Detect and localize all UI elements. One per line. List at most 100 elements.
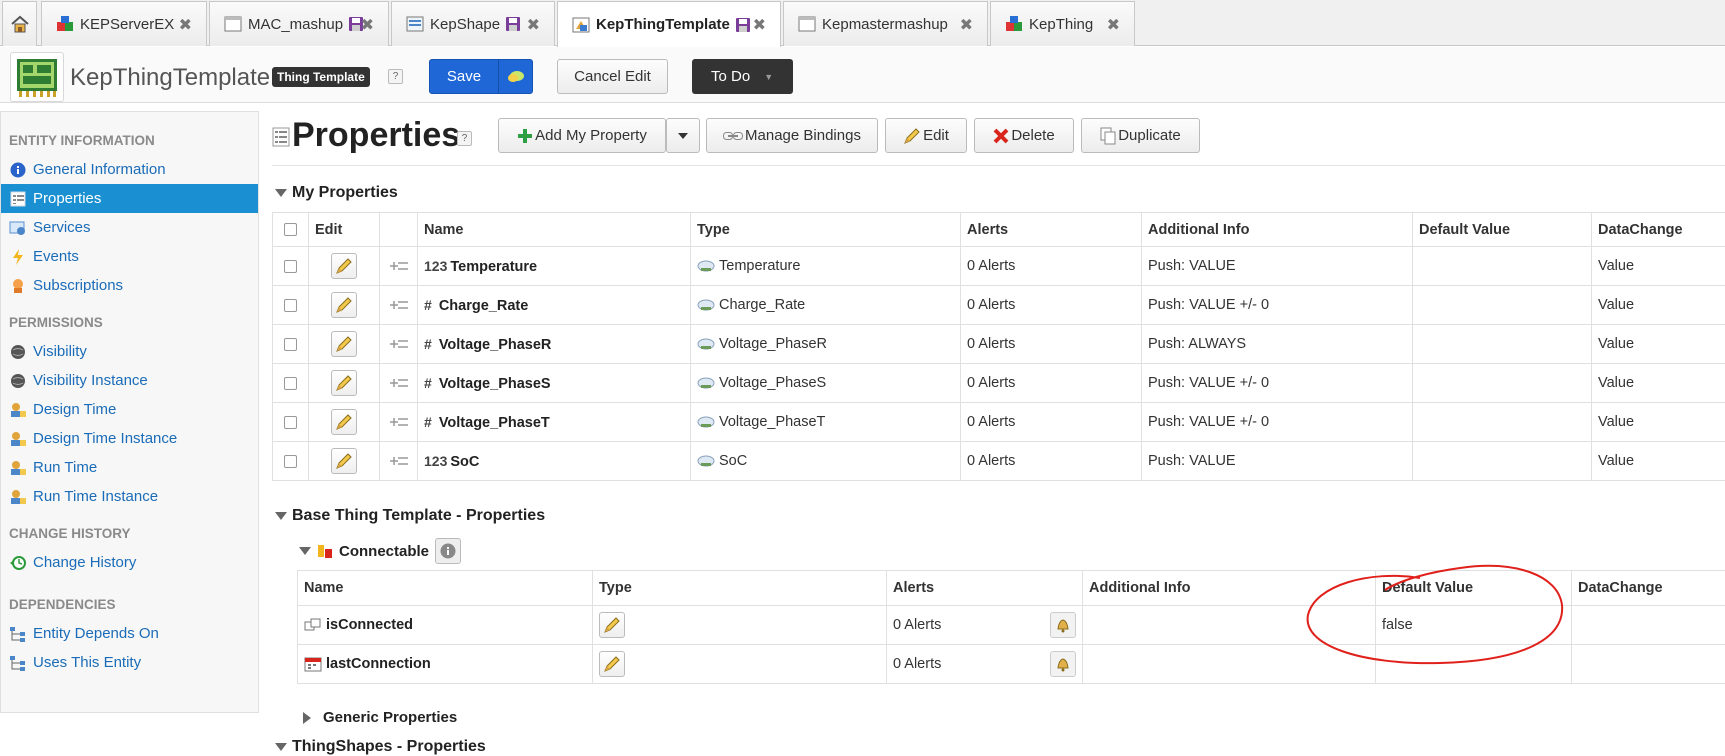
column-header[interactable]: Name [418,213,691,247]
delete-button[interactable]: Delete [974,118,1074,153]
sidebar-item-run-time-instance[interactable]: Run Time Instance [1,482,258,511]
column-header[interactable]: Type [593,571,887,606]
sidebar-item-services[interactable]: Services [1,213,258,242]
connectable-group-header[interactable]: Connectable [299,538,461,564]
group-title: Connectable [339,543,429,560]
edit-row-button[interactable] [331,331,357,357]
binding-icon[interactable] [386,258,411,274]
select-all-cell[interactable] [273,213,309,247]
close-icon[interactable]: ✖ [753,15,766,35]
tab-kepserverex[interactable]: KEPServerEX ✖ [41,1,207,46]
edit-row-button[interactable] [331,409,357,435]
sidebar-item-design-time[interactable]: Design Time [1,395,258,424]
todo-button[interactable]: To Do ▼ [692,59,793,94]
my-properties-header[interactable]: My Properties [275,184,398,202]
edit-row-button[interactable] [331,253,357,279]
binding-icon[interactable] [386,297,411,313]
edit-button[interactable]: Edit [885,118,967,153]
binding-icon[interactable] [386,336,411,352]
property-name[interactable]: SoC [450,454,479,470]
edit-row-button[interactable] [331,370,357,396]
tab-kepshape[interactable]: KepShape ✖ [391,1,555,46]
property-name[interactable]: Voltage_PhaseT [439,415,550,431]
home-tab[interactable] [2,1,37,46]
row-checkbox[interactable] [284,338,297,351]
property-name[interactable]: Voltage_PhaseS [439,376,551,392]
column-header[interactable]: DataChange [1572,571,1725,606]
column-header[interactable]: Alerts [887,571,1083,606]
sidebar-item-run-time[interactable]: Run Time [1,453,258,482]
close-icon[interactable]: ✖ [1107,15,1120,35]
sidebar-item-design-time-instance[interactable]: Design Time Instance [1,424,258,453]
info-icon [440,543,456,559]
row-checkbox[interactable] [284,455,297,468]
column-header[interactable]: Additional Info [1142,213,1413,247]
sidebar-item-visibility[interactable]: Visibility [1,337,258,366]
binding-icon[interactable] [386,453,411,469]
column-header: Edit [309,213,380,247]
property-name[interactable]: isConnected [326,617,413,633]
edit-row-button[interactable] [599,612,625,638]
tab-kepthing[interactable]: KepThing ✖ [990,1,1135,46]
table-row[interactable]: 123Temperature Temperature 0 Alerts Push… [273,247,1725,286]
column-header[interactable]: Name [298,571,593,606]
close-icon[interactable]: ✖ [527,15,540,35]
manage-bindings-button[interactable]: Manage Bindings [706,118,878,153]
tab-kepthingtemplate[interactable]: KepThingTemplate ✖ [557,1,781,47]
sidebar-item-properties[interactable]: Properties [1,184,258,213]
save-button[interactable]: Save [429,59,533,94]
table-row[interactable]: # Voltage_PhaseR Voltage_PhaseR 0 Alerts… [273,325,1725,364]
sidebar-item-visibility-instance[interactable]: Visibility Instance [1,366,258,395]
row-checkbox[interactable] [284,377,297,390]
help-icon[interactable]: ? [388,69,403,84]
property-name[interactable]: Temperature [450,259,537,275]
binding-icon[interactable] [386,375,411,391]
row-checkbox[interactable] [284,416,297,429]
column-header[interactable]: DataChange [1592,213,1725,247]
tab-mac-mashup[interactable]: MAC_mashup ✖ [209,1,389,46]
select-all-checkbox[interactable] [284,223,297,236]
cancel-edit-button[interactable]: Cancel Edit [557,59,668,94]
column-header[interactable]: Alerts [961,213,1142,247]
duplicate-button[interactable]: Duplicate [1081,118,1200,153]
row-checkbox[interactable] [284,299,297,312]
sidebar-item-subscriptions[interactable]: Subscriptions [1,271,258,300]
edit-row-button[interactable] [331,448,357,474]
sidebar-item-general-information[interactable]: General Information [1,155,258,184]
add-property-dropdown[interactable] [666,118,700,153]
column-header[interactable]: Type [691,213,961,247]
sidebar-item-uses-this-entity[interactable]: Uses This Entity [1,648,258,677]
table-row[interactable]: # Voltage_PhaseT Voltage_PhaseT 0 Alerts… [273,403,1725,442]
tab-label: Kepmastermashup [822,16,948,33]
column-header[interactable]: Default Value [1413,213,1592,247]
tab-kepmastermashup[interactable]: Kepmastermashup ✖ [783,1,988,46]
comment-icon[interactable] [498,60,532,93]
tree-icon [9,654,27,672]
close-icon[interactable]: ✖ [361,15,374,35]
property-name[interactable]: lastConnection [326,656,431,672]
sidebar-item-change-history[interactable]: Change History [1,548,258,577]
close-icon[interactable]: ✖ [960,15,973,35]
row-checkbox[interactable] [284,260,297,273]
table-row[interactable]: 123SoC SoC 0 Alerts Push: VALUE Value [273,442,1725,481]
base-template-header[interactable]: Base Thing Template - Properties [275,507,545,525]
edit-row-button[interactable] [331,292,357,318]
close-icon[interactable]: ✖ [179,15,192,35]
add-my-property-button[interactable]: Add My Property [498,118,666,153]
my-properties-table: Edit Name Type Alerts Additional Info De… [272,212,1725,481]
generic-properties-header[interactable]: Generic Properties [303,709,457,726]
blocks-icon [1005,15,1023,33]
property-name[interactable]: Charge_Rate [439,298,528,314]
binding-icon[interactable] [386,414,411,430]
help-icon[interactable]: ? [457,131,472,146]
alert-bell-button[interactable] [1050,651,1076,677]
thingshapes-header[interactable]: ThingShapes - Properties [275,738,486,756]
table-row[interactable]: # Voltage_PhaseS Voltage_PhaseS 0 Alerts… [273,364,1725,403]
alert-bell-button[interactable] [1050,612,1076,638]
edit-row-button[interactable] [599,651,625,677]
table-row[interactable]: # Charge_Rate Charge_Rate 0 Alerts Push:… [273,286,1725,325]
info-button[interactable] [435,538,461,564]
sidebar-item-events[interactable]: Events [1,242,258,271]
property-name[interactable]: Voltage_PhaseR [439,337,552,353]
sidebar-item-entity-depends-on[interactable]: Entity Depends On [1,619,258,648]
